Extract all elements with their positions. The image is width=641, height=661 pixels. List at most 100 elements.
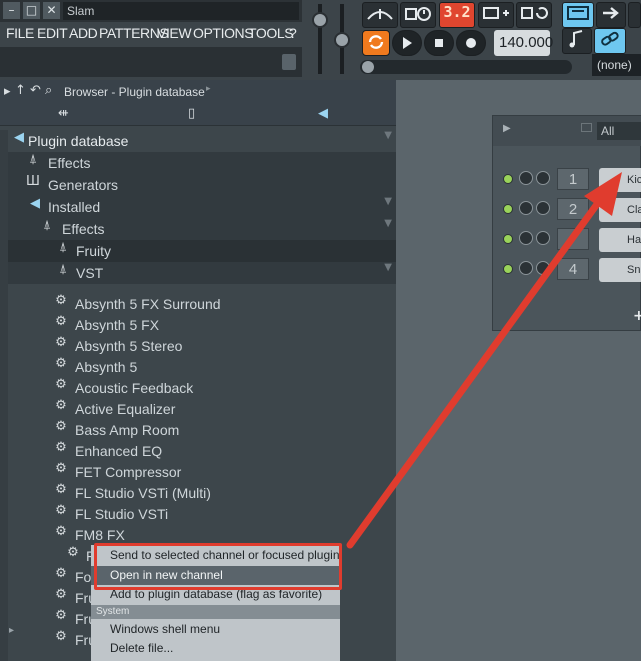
plug-icon: ⍋ bbox=[43, 218, 51, 233]
tempo-display[interactable]: 140.000 bbox=[494, 30, 553, 56]
pan-knob[interactable] bbox=[519, 201, 533, 215]
plugin-item[interactable]: ⚙ Acoustic Feedback bbox=[8, 377, 396, 399]
channel-name-button[interactable]: Sna bbox=[599, 258, 641, 282]
step-edit-button[interactable] bbox=[478, 2, 514, 28]
channel-led[interactable] bbox=[503, 174, 513, 184]
volume-knob[interactable] bbox=[536, 231, 550, 245]
menu-options[interactable]: OPTIONS bbox=[193, 25, 254, 41]
pan-knob[interactable] bbox=[519, 171, 533, 185]
menu-view[interactable]: VIEW bbox=[157, 25, 192, 41]
next-window-button[interactable] bbox=[596, 2, 626, 28]
project-title-field[interactable]: Slam bbox=[63, 2, 299, 20]
dropdown-caret-icon[interactable]: ▼ bbox=[384, 262, 392, 273]
note-icon bbox=[569, 30, 583, 48]
channel-row: 4 Sna bbox=[493, 256, 641, 282]
plugin-item[interactable]: ⚙ FET Compressor bbox=[8, 461, 396, 483]
metronome-button[interactable] bbox=[362, 2, 398, 28]
channel-row: Ha bbox=[493, 226, 641, 252]
pan-knob[interactable] bbox=[519, 261, 533, 275]
volume-knob[interactable] bbox=[536, 261, 550, 275]
channel-filter-select[interactable]: All bbox=[597, 122, 641, 140]
tree-item-generators[interactable]: Ш Generators bbox=[8, 174, 396, 196]
mixer-track-number[interactable]: 4 bbox=[557, 258, 589, 280]
channel-led[interactable] bbox=[503, 204, 513, 214]
play-button[interactable] bbox=[392, 30, 422, 56]
plugin-item[interactable]: ⚙ Active Equalizer bbox=[8, 398, 396, 420]
menu-file[interactable]: FILE bbox=[6, 25, 34, 41]
piano-icon: Ш bbox=[26, 174, 40, 189]
pan-knob[interactable] bbox=[519, 231, 533, 245]
menu-item-windows-shell[interactable]: Windows shell menu bbox=[91, 620, 340, 639]
wait-for-input-button[interactable] bbox=[400, 2, 436, 28]
volume-knob[interactable] bbox=[536, 171, 550, 185]
pattern-selector[interactable]: (none) bbox=[592, 54, 641, 76]
typing-keyboard-icon bbox=[483, 7, 509, 19]
multilink-button[interactable] bbox=[594, 28, 626, 54]
search-icon[interactable]: ⌕ bbox=[45, 83, 52, 98]
maximize-button[interactable]: □ bbox=[23, 2, 40, 19]
folder-icon bbox=[581, 123, 592, 132]
speaker-icon[interactable]: ◀ bbox=[318, 106, 328, 121]
gear-icon: ⚙ bbox=[55, 566, 67, 581]
mixer-track-number[interactable]: 2 bbox=[557, 198, 589, 220]
stop-button[interactable] bbox=[424, 30, 454, 56]
song-position-handle[interactable] bbox=[362, 61, 374, 73]
channel-name-button[interactable]: Kic bbox=[599, 168, 641, 192]
menu-edit[interactable]: EDIT bbox=[37, 25, 68, 41]
menu-item-delete-file[interactable]: Delete file... bbox=[91, 639, 340, 658]
plugin-item[interactable]: ⚙ Enhanced EQ bbox=[8, 440, 396, 462]
tree-item-installed-effects[interactable]: ⍋ Effects ▼ bbox=[8, 218, 396, 240]
gear-icon: ⚙ bbox=[55, 524, 67, 539]
mixer-track-number[interactable] bbox=[557, 228, 589, 250]
channel-name-button[interactable]: Cla bbox=[599, 198, 641, 222]
tree-item-effects[interactable]: ⍋ Effects bbox=[8, 152, 396, 174]
dropdown-caret-icon[interactable]: ▼ bbox=[384, 130, 392, 141]
loop-record-button[interactable] bbox=[516, 2, 552, 28]
menu-tools[interactable]: TOOLS bbox=[248, 25, 294, 41]
up-arrow-icon[interactable]: ↑ bbox=[15, 83, 26, 98]
rack-menu-arrow-icon[interactable]: ▶ bbox=[503, 123, 511, 134]
tree-item-plugin-database[interactable]: ◀ Plugin database ▼ bbox=[8, 130, 396, 152]
tree-item-vst[interactable]: ⍋ VST ▼ bbox=[8, 262, 396, 284]
tree-item-installed[interactable]: ◀ Installed ▼ bbox=[8, 196, 396, 218]
tempo-tap-button[interactable] bbox=[562, 28, 592, 54]
master-pitch-handle[interactable] bbox=[334, 32, 350, 48]
minimize-button[interactable]: – bbox=[3, 2, 20, 19]
recording-filter-button[interactable] bbox=[628, 2, 641, 28]
plugin-item[interactable]: ⚙ FL Studio VSTi bbox=[8, 503, 396, 525]
mixer-track-number[interactable]: 1 bbox=[557, 168, 589, 190]
add-channel-button[interactable]: + bbox=[633, 308, 641, 324]
gear-icon: ⚙ bbox=[55, 419, 67, 434]
channel-led[interactable] bbox=[503, 234, 513, 244]
channel-name-button[interactable]: Ha bbox=[599, 228, 641, 252]
file-icon[interactable]: ▯ bbox=[188, 106, 195, 121]
plugin-item[interactable]: ⚙ FL Studio VSTi (Multi) bbox=[8, 482, 396, 504]
channel-led[interactable] bbox=[503, 264, 513, 274]
volume-knob[interactable] bbox=[536, 201, 550, 215]
lock-icon[interactable] bbox=[282, 54, 296, 70]
expand-arrow-icon[interactable]: ▸ bbox=[4, 84, 11, 99]
close-button[interactable]: ✕ bbox=[43, 2, 60, 19]
back-icon[interactable]: ↶ bbox=[30, 83, 41, 98]
song-position-slider[interactable] bbox=[360, 60, 572, 74]
menu-add[interactable]: ADD bbox=[69, 25, 98, 41]
gear-icon: ⚙ bbox=[55, 440, 67, 455]
keyboard-icon bbox=[567, 6, 589, 20]
plugin-item[interactable]: ⚙ Absynth 5 FX Surround bbox=[8, 293, 396, 315]
typing-keyboard-button[interactable] bbox=[562, 2, 594, 28]
main-menu: FILE EDIT ADD PATTERNS VIEW OPTIONS TOOL… bbox=[0, 23, 302, 44]
tree-item-fruity[interactable]: ⍋ Fruity bbox=[8, 240, 396, 262]
waveform-icon[interactable]: ⇺ bbox=[58, 106, 69, 121]
plugin-item[interactable]: ⚙ Bass Amp Room bbox=[8, 419, 396, 441]
dropdown-caret-icon[interactable]: ▼ bbox=[384, 196, 392, 207]
record-button[interactable] bbox=[456, 30, 486, 56]
plugin-item[interactable]: ⚙ Absynth 5 bbox=[8, 356, 396, 378]
dropdown-caret-icon[interactable]: ▼ bbox=[384, 218, 392, 229]
plugin-item[interactable]: ⚙ Absynth 5 FX bbox=[8, 314, 396, 336]
pattern-song-toggle[interactable] bbox=[362, 30, 390, 56]
master-volume-handle[interactable] bbox=[312, 12, 328, 28]
menu-help[interactable]: ? bbox=[289, 25, 297, 41]
gear-icon: ⚙ bbox=[55, 482, 67, 497]
plugin-item[interactable]: ⚙ Absynth 5 Stereo bbox=[8, 335, 396, 357]
hint-bar bbox=[0, 47, 302, 77]
